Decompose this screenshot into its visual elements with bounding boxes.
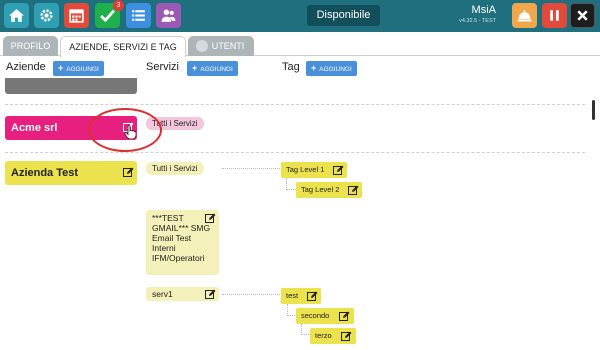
users-button[interactable]: [156, 3, 181, 28]
tag-name: test: [286, 291, 299, 300]
calendar-icon: [69, 9, 84, 23]
edit-icon[interactable]: [205, 213, 216, 224]
edit-icon[interactable]: [348, 185, 359, 196]
status-indicator[interactable]: Disponibile: [307, 5, 380, 26]
edit-icon[interactable]: [307, 291, 318, 302]
aziende-column-title: Aziende: [6, 61, 46, 73]
tag-name: Tag Level 1: [286, 165, 325, 174]
servizio-name: ***TEST GMAIL*** SMG Email Test Interni …: [152, 213, 211, 263]
tag-name: secondo: [301, 311, 330, 320]
add-azienda-button[interactable]: + AGGIUNGI: [53, 61, 104, 76]
settings-button[interactable]: [34, 3, 59, 28]
add-servizio-button[interactable]: + AGGIUNGI: [187, 61, 238, 76]
plus-icon: +: [311, 63, 317, 73]
azienda-card-azienda-test[interactable]: Azienda Test: [5, 161, 137, 185]
check-icon: [100, 9, 115, 23]
top-bar: 3 Disponibile MsiA v4.32.5 - TEST: [0, 0, 600, 32]
servizio-tutti-test[interactable]: Tutti i Servizi: [146, 162, 204, 175]
tag-secondo[interactable]: secondo: [296, 308, 354, 324]
tag-name: Tag Level 2: [301, 185, 340, 194]
concierge-bell-icon: [517, 10, 532, 22]
servizio-name: serv1: [152, 289, 173, 299]
close-button[interactable]: [570, 3, 595, 28]
users-icon: [161, 9, 176, 22]
tag-column-title: Tag: [282, 61, 300, 73]
app-name: MsiA: [471, 4, 496, 16]
concierge-button[interactable]: [512, 3, 537, 28]
row-separator: [5, 152, 585, 153]
plus-icon: +: [58, 63, 64, 73]
tag-terzo[interactable]: terzo: [310, 328, 356, 344]
azienda-name: Azienda Test: [11, 167, 79, 179]
servizio-test-gmail[interactable]: ***TEST GMAIL*** SMG Email Test Interni …: [146, 210, 219, 275]
pause-icon: [550, 10, 559, 21]
tasks-button[interactable]: 3: [95, 0, 124, 28]
list-icon: [132, 10, 145, 21]
tree-connector: [222, 294, 280, 295]
azienda-name: Acme srl: [11, 122, 58, 134]
tree-connector: [222, 168, 280, 169]
tag-level-2[interactable]: Tag Level 2: [296, 182, 362, 198]
add-label: AGGIUNGI: [200, 66, 233, 73]
plus-icon: +: [192, 63, 198, 73]
home-button[interactable]: [4, 3, 29, 28]
tag-test[interactable]: test: [281, 288, 321, 304]
edit-icon[interactable]: [333, 165, 344, 176]
tab-bar: PROFILO AZIENDE, SERVIZI E TAG UTENTI: [0, 32, 600, 57]
hand-cursor-icon: [124, 125, 136, 139]
notification-badge: 3: [113, 0, 124, 11]
tag-name: terzo: [315, 331, 332, 340]
edit-icon[interactable]: [205, 289, 216, 300]
tab-aziende-servizi-tag[interactable]: AZIENDE, SERVIZI E TAG: [60, 36, 186, 57]
pause-button[interactable]: [542, 3, 567, 28]
user-icon: [196, 40, 208, 52]
calendar-button[interactable]: [64, 3, 89, 28]
servizi-column-title: Servizi: [146, 61, 180, 73]
scrollbar[interactable]: [592, 100, 595, 120]
list-button[interactable]: [126, 3, 151, 28]
app-version: v4.32.5 - TEST: [459, 18, 496, 24]
tag-level-1[interactable]: Tag Level 1: [281, 162, 347, 178]
tab-utenti-label: UTENTI: [211, 41, 245, 51]
tab-profilo[interactable]: PROFILO: [3, 36, 58, 56]
add-label: AGGIUNGI: [319, 66, 352, 73]
edit-icon[interactable]: [123, 167, 134, 178]
add-label: AGGIUNGI: [66, 66, 99, 73]
tree-connector: [286, 178, 296, 190]
home-icon: [9, 9, 24, 22]
servizio-serv1[interactable]: serv1: [146, 287, 219, 301]
tab-utenti[interactable]: UTENTI: [188, 36, 254, 56]
add-tag-button[interactable]: + AGGIUNGI: [306, 61, 357, 76]
edit-icon[interactable]: [339, 311, 350, 322]
close-icon: [577, 10, 588, 21]
azienda-card-partial[interactable]: [5, 78, 137, 94]
edit-icon[interactable]: [341, 331, 352, 342]
gear-icon: [40, 9, 53, 22]
row-separator: [5, 104, 585, 105]
